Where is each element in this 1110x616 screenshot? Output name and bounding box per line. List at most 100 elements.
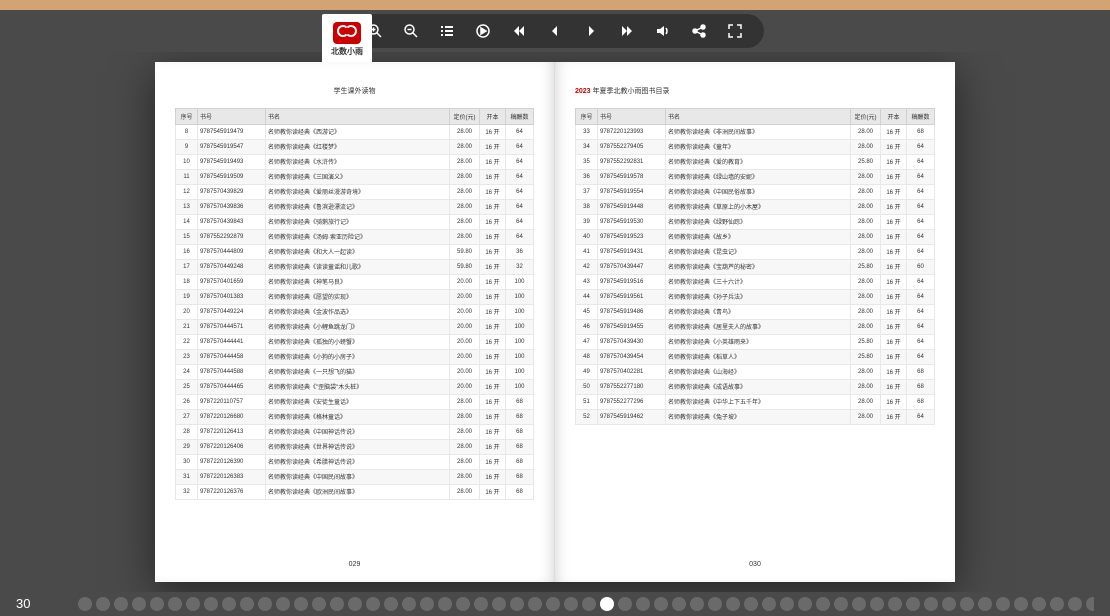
page-dot[interactable] — [96, 597, 110, 611]
page-dot[interactable] — [924, 597, 938, 611]
left-page-number: 029 — [155, 561, 554, 568]
table-cell: 28.00 — [450, 409, 480, 424]
logo[interactable]: 北数小雨 — [322, 14, 372, 64]
table-cell: 20.00 — [450, 319, 480, 334]
page-dot[interactable] — [798, 597, 812, 611]
page-dot[interactable] — [312, 597, 326, 611]
page-dot[interactable] — [402, 597, 416, 611]
table-cell: 名师教你读经典《中华上下五千年》 — [666, 394, 851, 409]
table-row: 479787570439430名师教你读经典《小英雄雨来》25.8016 开64 — [576, 334, 935, 349]
first-icon[interactable] — [510, 22, 528, 40]
page-dot[interactable] — [762, 597, 776, 611]
table-cell: 26 — [176, 394, 198, 409]
page-dot[interactable] — [1050, 597, 1064, 611]
zoom-out-icon[interactable] — [402, 22, 420, 40]
volume-icon[interactable] — [654, 22, 672, 40]
page-dot[interactable] — [690, 597, 704, 611]
table-cell: 20.00 — [450, 274, 480, 289]
table-row: 509787552277180名师教你读经典《成语故事》28.0016 开68 — [576, 379, 935, 394]
page-dot[interactable] — [978, 597, 992, 611]
page-dot[interactable] — [1014, 597, 1028, 611]
page-dot[interactable] — [474, 597, 488, 611]
table-cell: 16 开 — [480, 484, 506, 499]
page-dot[interactable] — [600, 597, 614, 611]
page-dot[interactable] — [906, 597, 920, 611]
table-cell: 64 — [907, 349, 935, 364]
page-dot[interactable] — [870, 597, 884, 611]
page-dot[interactable] — [150, 597, 164, 611]
page-dot[interactable] — [420, 597, 434, 611]
page-dot[interactable] — [168, 597, 182, 611]
table-row: 489787570439454名师教你读经典《稻草人》25.8016 开64 — [576, 349, 935, 364]
page-dot[interactable] — [834, 597, 848, 611]
page-dot[interactable] — [114, 597, 128, 611]
table-cell: 25 — [176, 379, 198, 394]
table-row: 399787545919530名师教你读经典《绿野仙踪》28.0016 开64 — [576, 214, 935, 229]
page-dot[interactable] — [294, 597, 308, 611]
page-dot[interactable] — [78, 597, 92, 611]
page-dot[interactable] — [222, 597, 236, 611]
page-dot[interactable] — [564, 597, 578, 611]
page-dot[interactable] — [726, 597, 740, 611]
page-dot[interactable] — [888, 597, 902, 611]
page-dot[interactable] — [1032, 597, 1046, 611]
page-dot[interactable] — [456, 597, 470, 611]
table-cell: 16 开 — [480, 289, 506, 304]
page-dot[interactable] — [366, 597, 380, 611]
prev-icon[interactable] — [546, 22, 564, 40]
page-dot[interactable] — [438, 597, 452, 611]
page-dot[interactable] — [132, 597, 146, 611]
page-dot[interactable] — [636, 597, 650, 611]
last-icon[interactable] — [618, 22, 636, 40]
page-dot[interactable] — [942, 597, 956, 611]
table-cell: 50 — [576, 379, 598, 394]
table-cell: 28.00 — [851, 289, 881, 304]
page-dot[interactable] — [528, 597, 542, 611]
page-dot[interactable] — [852, 597, 866, 611]
page-dot[interactable] — [618, 597, 632, 611]
page-dot[interactable] — [744, 597, 758, 611]
table-cell: 9787570439836 — [198, 199, 266, 214]
list-icon[interactable] — [438, 22, 456, 40]
next-icon[interactable] — [582, 22, 600, 40]
page-dot[interactable] — [780, 597, 794, 611]
page-dot[interactable] — [582, 597, 596, 611]
page-dot[interactable] — [330, 597, 344, 611]
page-dot[interactable] — [348, 597, 362, 611]
page-dot[interactable] — [510, 597, 524, 611]
table-cell: 44 — [576, 289, 598, 304]
page-dot[interactable] — [186, 597, 200, 611]
table-cell: 9787545919462 — [598, 409, 666, 424]
page-dot[interactable] — [384, 597, 398, 611]
page-dot[interactable] — [492, 597, 506, 611]
table-row: 429787570439447名师教你读经典《宝葫芦的秘密》25.8016 开6… — [576, 259, 935, 274]
page-dot[interactable] — [1086, 597, 1094, 611]
table-cell: 名师教你读经典《故乡》 — [666, 229, 851, 244]
page-dot[interactable] — [258, 597, 272, 611]
table-cell: 68 — [506, 424, 534, 439]
page-dot[interactable] — [204, 597, 218, 611]
bottombar: 30 — [0, 592, 1110, 616]
table-cell: 9787545919448 — [598, 199, 666, 214]
page-dot[interactable] — [672, 597, 686, 611]
right-page-header: 2023 年夏季北教小雨图书目录 — [575, 86, 935, 96]
table-cell: 16 开 — [881, 199, 907, 214]
table-cell: 64 — [506, 139, 534, 154]
page-dot[interactable] — [708, 597, 722, 611]
page-dot[interactable] — [546, 597, 560, 611]
page-dot[interactable] — [960, 597, 974, 611]
table-cell: 64 — [506, 169, 534, 184]
page-dot[interactable] — [996, 597, 1010, 611]
page-dot[interactable] — [276, 597, 290, 611]
page-dot[interactable] — [1068, 597, 1082, 611]
page-dot[interactable] — [816, 597, 830, 611]
table-cell: 16 开 — [480, 409, 506, 424]
share-icon[interactable] — [690, 22, 708, 40]
page-dot[interactable] — [240, 597, 254, 611]
fullscreen-icon[interactable] — [726, 22, 744, 40]
play-icon[interactable] — [474, 22, 492, 40]
table-cell: 28.00 — [851, 199, 881, 214]
table-cell: 12 — [176, 184, 198, 199]
table-cell: 16 开 — [881, 214, 907, 229]
page-dot[interactable] — [654, 597, 668, 611]
